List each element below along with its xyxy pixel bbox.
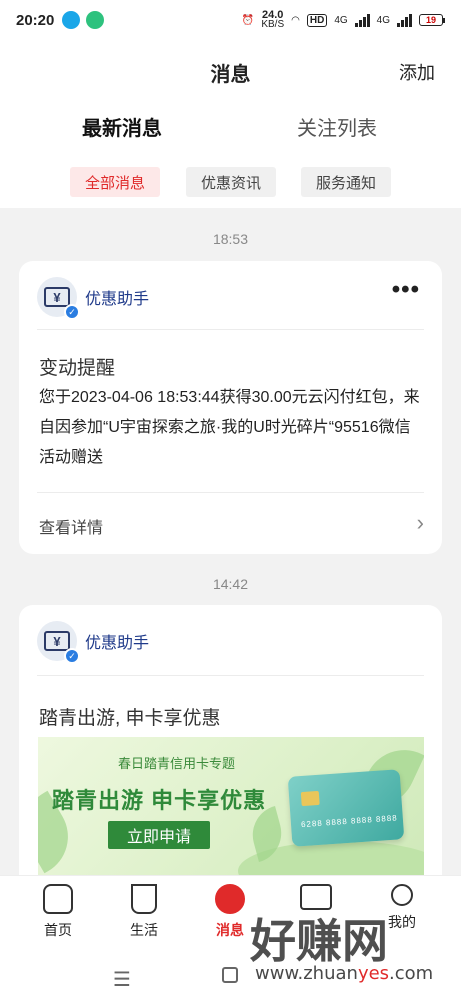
message-card[interactable]: ¥ ✓ 优惠助手 踏青出游, 申卡享优惠 春日踏青信用卡专题 踏青出游 申卡享优… — [19, 605, 442, 885]
battery-icon: 19 — [419, 14, 445, 26]
signal-icon-2 — [397, 13, 412, 27]
watermark-url-accent: yes — [357, 963, 390, 984]
credit-card-image: 6288 8888 8888 8888 — [287, 769, 405, 847]
add-button[interactable]: 添加 — [399, 59, 435, 85]
watermark: 好赚网 — [250, 914, 388, 968]
watermark-url-prefix: www.zhuan — [255, 963, 358, 984]
header: 消息 添加 最新消息 关注列表 全部消息 优惠资讯 服务通知 — [0, 40, 461, 208]
promo-banner[interactable]: 春日踏青信用卡专题 踏青出游 申卡享优惠 立即申请 6288 8888 8888… — [38, 737, 424, 877]
hd-badge: HD — [306, 13, 328, 27]
divider — [37, 329, 424, 330]
banner-subtitle: 春日踏青信用卡专题 — [118, 756, 236, 771]
nav-label: 首页 — [44, 922, 72, 938]
gen-label-1: 4G — [334, 14, 348, 26]
card-number: 6288 8888 8888 8888 — [300, 813, 398, 830]
chat-app-icon — [86, 11, 105, 29]
net-speed: 24.0 KB/S — [261, 10, 285, 30]
user-icon — [391, 884, 413, 906]
net-speed-unit: KB/S — [261, 19, 285, 30]
status-time: 20:20 — [16, 11, 55, 29]
message-title: 变动提醒 — [39, 358, 116, 379]
tab-latest[interactable]: 最新消息 — [82, 112, 162, 141]
gen-label-2: 4G — [376, 14, 390, 26]
card-chip-icon — [300, 790, 320, 807]
bottom-nav: 首页 生活 消息 卡管 我的 — [0, 875, 461, 955]
apply-now-button[interactable]: 立即申请 — [108, 821, 210, 849]
ticket-yen-icon: ¥ — [44, 287, 70, 307]
qq-icon — [62, 11, 81, 29]
sender-header[interactable]: ¥ ✓ 优惠助手 — [37, 277, 150, 320]
banner-headline: 踏青出游 申卡享优惠 — [52, 788, 267, 813]
home-square-icon[interactable] — [222, 967, 238, 983]
sender-name: 优惠助手 — [85, 291, 150, 308]
ticket-yen-icon: ¥ — [44, 631, 70, 651]
filter-service[interactable]: 服务通知 — [301, 167, 391, 197]
notification-icons — [62, 11, 105, 29]
message-title: 踏青出游, 申卡享优惠 — [39, 708, 221, 729]
divider — [37, 675, 424, 676]
message-timestamp: 18:53 — [212, 231, 249, 247]
menu-icon[interactable]: ☰ — [113, 967, 131, 992]
filter-promotions[interactable]: 优惠资讯 — [186, 167, 276, 197]
message-body: 您于2023-04-06 18:53:44获得30.00元云闪付红包，来自因参加… — [39, 389, 420, 466]
watermark-url-suffix: .com — [389, 963, 434, 984]
battery-level: 19 — [419, 14, 443, 26]
sender-header[interactable]: ¥ ✓ 优惠助手 — [37, 621, 150, 664]
wifi-icon: ◠ — [291, 14, 300, 26]
verified-icon: ✓ — [64, 304, 80, 320]
nav-life[interactable]: 生活 — [109, 884, 179, 940]
status-right: ⏰ 24.0 KB/S ◠ HD 4G 4G 19 — [241, 10, 445, 30]
sender-name: 优惠助手 — [85, 635, 150, 652]
message-icon — [215, 884, 245, 914]
avatar: ¥ ✓ — [37, 277, 80, 320]
verified-icon: ✓ — [64, 648, 80, 664]
view-details-link[interactable]: 查看详情 — [39, 514, 103, 538]
page-title: 消息 — [210, 64, 251, 86]
status-bar: 20:20 ⏰ 24.0 KB/S ◠ HD 4G 4G 19 — [0, 0, 461, 40]
avatar: ¥ ✓ — [37, 621, 80, 664]
more-options-icon[interactable]: ••• — [392, 278, 420, 302]
home-icon — [43, 884, 73, 914]
alarm-icon: ⏰ — [241, 14, 255, 26]
cup-icon — [131, 884, 157, 914]
chevron-right-icon[interactable]: › — [417, 510, 424, 536]
message-timestamp: 14:42 — [212, 576, 249, 592]
signal-icon — [354, 13, 370, 27]
filter-all[interactable]: 全部消息 — [70, 167, 160, 197]
message-card[interactable]: ¥ ✓ 优惠助手 ••• 变动提醒 您于2023-04-06 18:53:44获… — [19, 261, 442, 554]
watermark-url: www.zhuanyes.com — [255, 963, 433, 984]
nav-label: 生活 — [130, 922, 158, 938]
nav-home[interactable]: 首页 — [23, 884, 93, 940]
divider — [37, 492, 424, 493]
tab-following[interactable]: 关注列表 — [297, 112, 377, 141]
